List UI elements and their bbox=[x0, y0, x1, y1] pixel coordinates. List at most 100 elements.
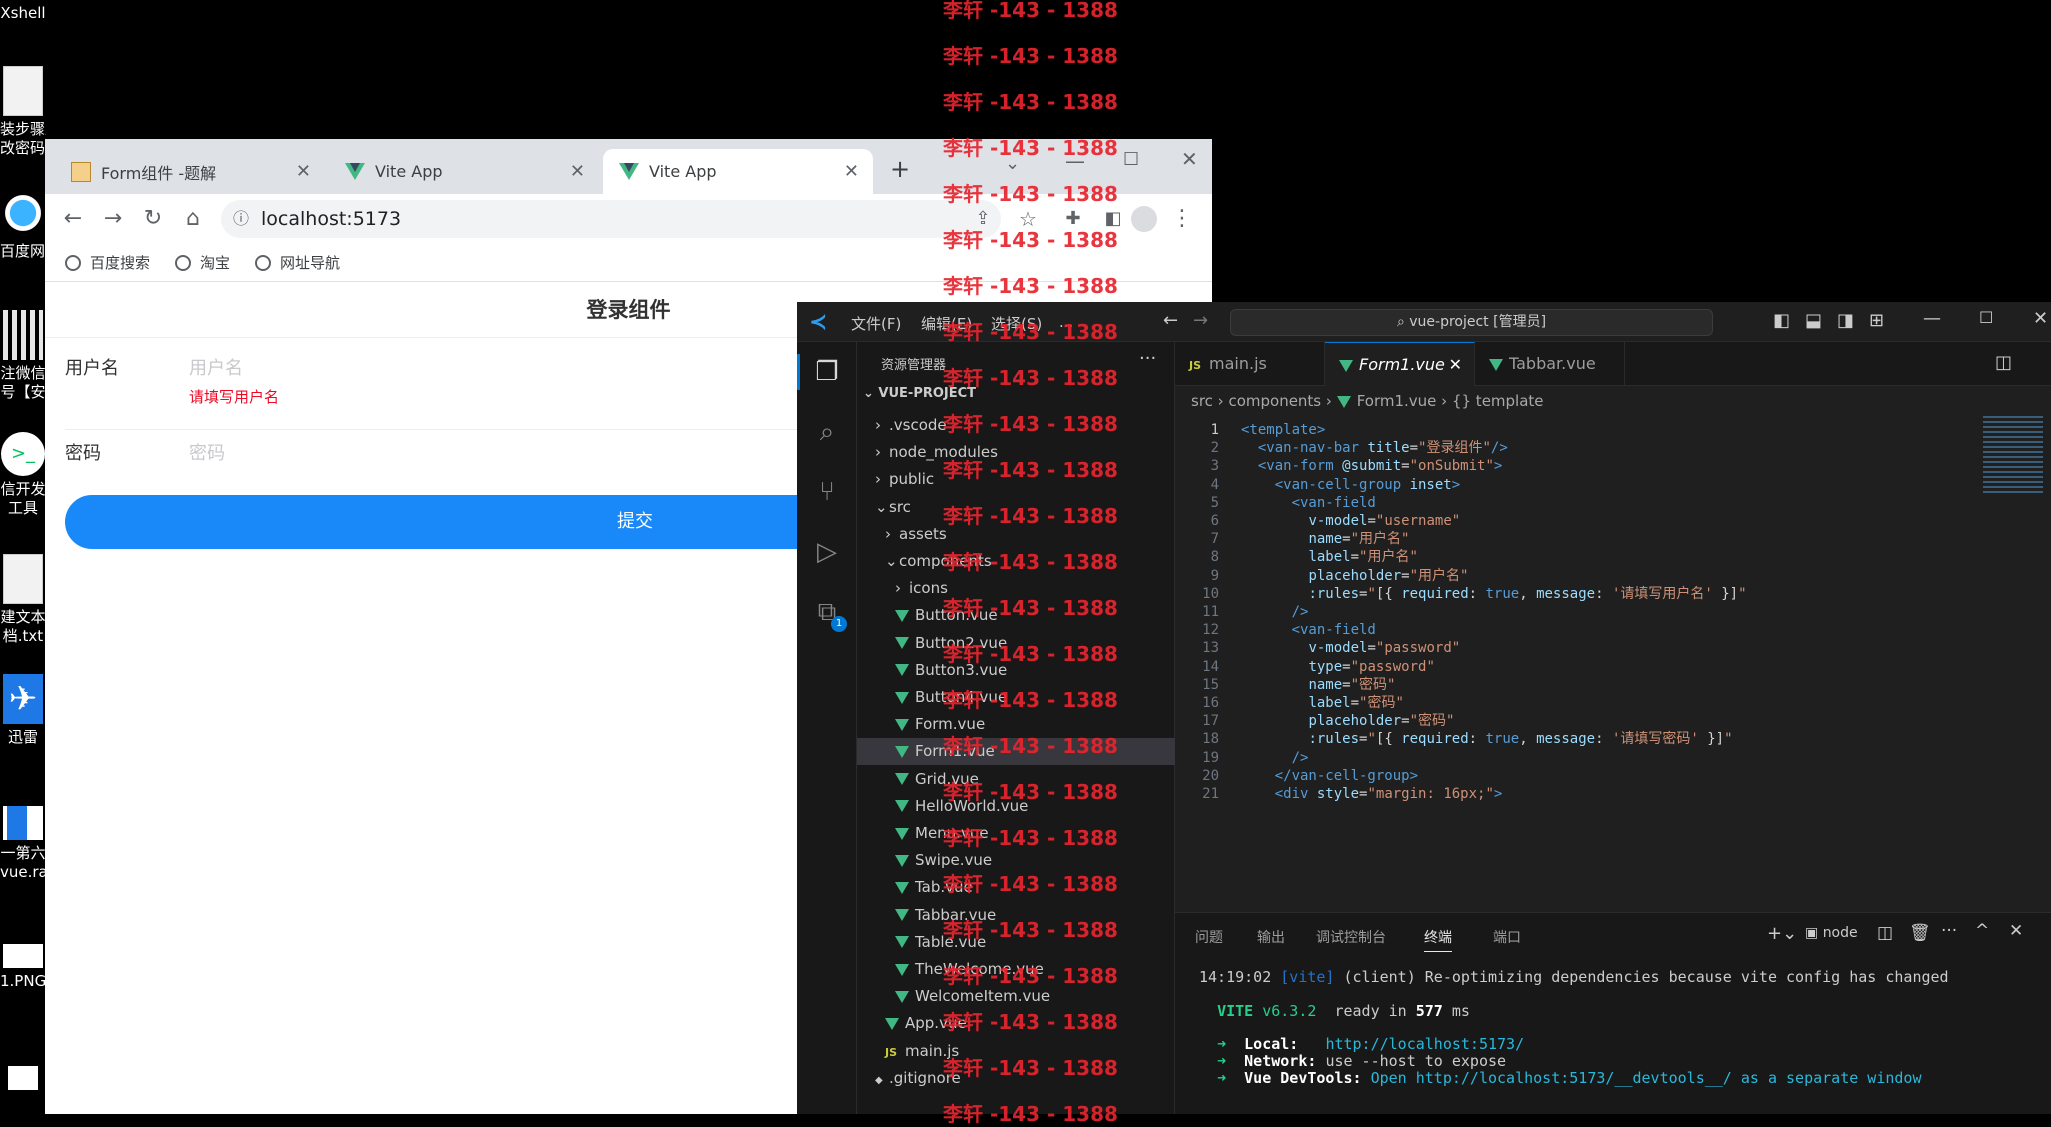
panel-tab-terminal[interactable]: 终端 bbox=[1424, 927, 1452, 952]
username-input[interactable]: 用户名 bbox=[189, 354, 243, 380]
editor-tab-tabbar-vue[interactable]: Tabbar.vue bbox=[1475, 342, 1625, 386]
customize-layout-icon[interactable]: ⊞ bbox=[1869, 310, 1884, 331]
run-debug-icon[interactable]: ▷ bbox=[811, 536, 843, 568]
new-terminal-icon[interactable]: +⌄ bbox=[1767, 923, 1797, 944]
project-root[interactable]: ⌄ VUE-PROJECT bbox=[863, 386, 976, 401]
profile-avatar[interactable] bbox=[1131, 206, 1157, 232]
minimize-button[interactable]: — bbox=[1923, 308, 1941, 329]
file-tree-item[interactable]: Menu.vue bbox=[857, 820, 1175, 847]
terminal-shell[interactable]: ▣ node bbox=[1805, 925, 1858, 941]
reload-icon[interactable]: ↻ bbox=[140, 206, 166, 232]
file-tree-item[interactable]: WelcomeItem.vue bbox=[857, 983, 1175, 1010]
search-icon[interactable]: ⌕ bbox=[811, 416, 843, 448]
desktop-icon-wechat-devtools[interactable]: >_ 信开发 工具 bbox=[0, 432, 46, 518]
menu-kebab-icon[interactable]: ⋮ bbox=[1169, 206, 1195, 232]
toggle-sidebar-icon[interactable]: ◧ bbox=[1773, 310, 1790, 331]
desktop-icon-file[interactable]: 装步骤及 改密码. bbox=[0, 66, 46, 158]
forward-icon[interactable]: → bbox=[100, 206, 126, 232]
tab-search-icon[interactable]: ⌄ bbox=[1005, 153, 1020, 174]
command-center-search[interactable]: ⌕ vue-project [管理员] bbox=[1230, 309, 1713, 336]
menu-selection[interactable]: 选择(S) bbox=[991, 313, 1042, 334]
nav-back-icon[interactable]: ← bbox=[1163, 310, 1178, 331]
file-tree-item[interactable]: TheWelcome.vue bbox=[857, 956, 1175, 983]
panel-tab-problems[interactable]: 问题 bbox=[1195, 927, 1223, 947]
maximize-button[interactable]: ☐ bbox=[1123, 149, 1139, 170]
file-tree-item[interactable]: › icons bbox=[857, 575, 1175, 602]
desktop-icon-png[interactable]: 1.PNG bbox=[0, 944, 46, 991]
browser-tab-vite-1[interactable]: Vite App ✕ bbox=[329, 149, 599, 194]
browser-tab-form[interactable]: Form组件 -题解 ✕ bbox=[55, 149, 325, 194]
file-tree-item[interactable]: Grid.vue bbox=[857, 766, 1175, 793]
file-tree-item[interactable]: Table.vue bbox=[857, 929, 1175, 956]
split-terminal-icon[interactable]: ◫ bbox=[1877, 923, 1893, 943]
back-icon[interactable]: ← bbox=[60, 206, 86, 232]
bookmark-nav[interactable]: 网址导航 bbox=[255, 252, 340, 273]
file-tree-item[interactable]: Form.vue bbox=[857, 711, 1175, 738]
file-tree-item[interactable]: › public bbox=[857, 466, 1175, 493]
panel-tab-debug-console[interactable]: 调试控制台 bbox=[1316, 927, 1386, 947]
close-icon[interactable]: ✕ bbox=[844, 161, 859, 182]
file-tree-item[interactable]: › node_modules bbox=[857, 439, 1175, 466]
more-actions-icon[interactable]: ··· bbox=[1139, 348, 1156, 369]
desktop-icon-xunlei[interactable]: ✈ 迅雷 bbox=[0, 674, 46, 747]
bookmark-star-icon[interactable]: ☆ bbox=[1015, 206, 1041, 232]
editor-tab-form1-vue[interactable]: Form1.vue ✕ bbox=[1325, 342, 1475, 386]
nav-forward-icon[interactable]: → bbox=[1193, 310, 1208, 331]
source-control-icon[interactable]: ⑂ bbox=[811, 476, 843, 508]
menu-file[interactable]: 文件(F) bbox=[851, 313, 901, 334]
toggle-panel-icon[interactable]: ⬓ bbox=[1805, 310, 1822, 331]
file-tree-item[interactable]: Tabbar.vue bbox=[857, 902, 1175, 929]
code-editor[interactable]: 1 <template> 2 <van-nav-bar title="登录组件"/>… bbox=[1175, 416, 2051, 912]
more-actions-icon[interactable]: ··· bbox=[1941, 921, 1957, 941]
editor-tab-main-js[interactable]: JS main.js bbox=[1175, 342, 1325, 386]
menu-more[interactable]: ... bbox=[1059, 313, 1073, 331]
desktop-icon-png-2[interactable] bbox=[0, 1066, 46, 1094]
home-icon[interactable]: ⌂ bbox=[180, 206, 206, 232]
file-tree-item[interactable]: Form1.vue bbox=[857, 738, 1175, 766]
toggle-secondary-sidebar-icon[interactable]: ◨ bbox=[1837, 310, 1854, 331]
split-editor-icon[interactable]: ◫ bbox=[1995, 352, 2012, 373]
close-panel-icon[interactable]: ✕ bbox=[2009, 921, 2023, 941]
file-tree-item[interactable]: Button2.vue bbox=[857, 630, 1175, 657]
file-tree-item[interactable]: Button.vue bbox=[857, 602, 1175, 629]
close-icon[interactable]: ✕ bbox=[570, 161, 585, 182]
file-tree-item[interactable]: ⌄src bbox=[857, 494, 1175, 521]
breadcrumb-item[interactable]: components bbox=[1228, 392, 1321, 410]
minimize-button[interactable]: — bbox=[1065, 149, 1085, 173]
file-tree-item[interactable]: HelloWorld.vue bbox=[857, 793, 1175, 820]
panel-tab-output[interactable]: 输出 bbox=[1257, 927, 1285, 947]
file-tree-item[interactable]: Tab.vue bbox=[857, 874, 1175, 901]
share-icon[interactable]: ⇪ bbox=[970, 206, 996, 232]
file-tree-item[interactable]: App.vue bbox=[857, 1010, 1175, 1037]
maximize-button[interactable]: ☐ bbox=[1979, 308, 1993, 327]
desktop-icon-text-file[interactable]: 建文本 档.txt bbox=[0, 554, 46, 646]
side-panel-icon[interactable]: ◧ bbox=[1100, 206, 1126, 232]
new-tab-button[interactable]: + bbox=[890, 155, 910, 183]
file-tree-item[interactable]: ◆ .gitignore bbox=[857, 1065, 1175, 1092]
close-window-button[interactable]: ✕ bbox=[1181, 147, 1198, 171]
local-url[interactable]: http://localhost:5173/ bbox=[1325, 1035, 1524, 1053]
close-window-button[interactable]: ✕ bbox=[2033, 308, 2048, 329]
breadcrumb-item[interactable]: src bbox=[1191, 392, 1213, 410]
desktop-icon-rar[interactable]: 一第六 vue.rar bbox=[0, 806, 46, 882]
extensions-icon[interactable]: ✚ bbox=[1060, 206, 1086, 232]
file-tree-item[interactable]: ⌄components bbox=[857, 548, 1175, 575]
close-icon[interactable]: ✕ bbox=[1449, 343, 1462, 387]
file-tree-item[interactable]: Button3.vue bbox=[857, 657, 1175, 684]
bookmark-baidu[interactable]: 百度搜索 bbox=[65, 252, 150, 273]
panel-tab-ports[interactable]: 端口 bbox=[1493, 927, 1521, 947]
file-tree-item[interactable]: › assets bbox=[857, 521, 1175, 548]
password-input[interactable]: 密码 bbox=[189, 439, 225, 465]
file-tree-item[interactable]: › .vscode bbox=[857, 412, 1175, 439]
desktop-icon-xshell[interactable]: Xshell bbox=[0, 4, 46, 23]
trash-icon[interactable]: 🗑 bbox=[1909, 923, 1931, 943]
breadcrumb-item[interactable]: Form1.vue bbox=[1357, 392, 1437, 410]
file-tree-item[interactable]: Swipe.vue bbox=[857, 847, 1175, 874]
explorer-icon[interactable]: ❐ bbox=[811, 356, 843, 388]
bookmark-taobao[interactable]: 淘宝 bbox=[175, 252, 230, 273]
address-bar[interactable]: ⓘ localhost:5173 bbox=[221, 200, 1001, 238]
menu-edit[interactable]: 编辑(E) bbox=[921, 313, 972, 334]
desktop-icon-qrcode[interactable]: 注微信 号【安 bbox=[0, 310, 46, 402]
browser-tab-vite-2[interactable]: Vite App ✕ bbox=[603, 149, 873, 194]
file-tree-item[interactable]: JS main.js bbox=[857, 1038, 1175, 1065]
